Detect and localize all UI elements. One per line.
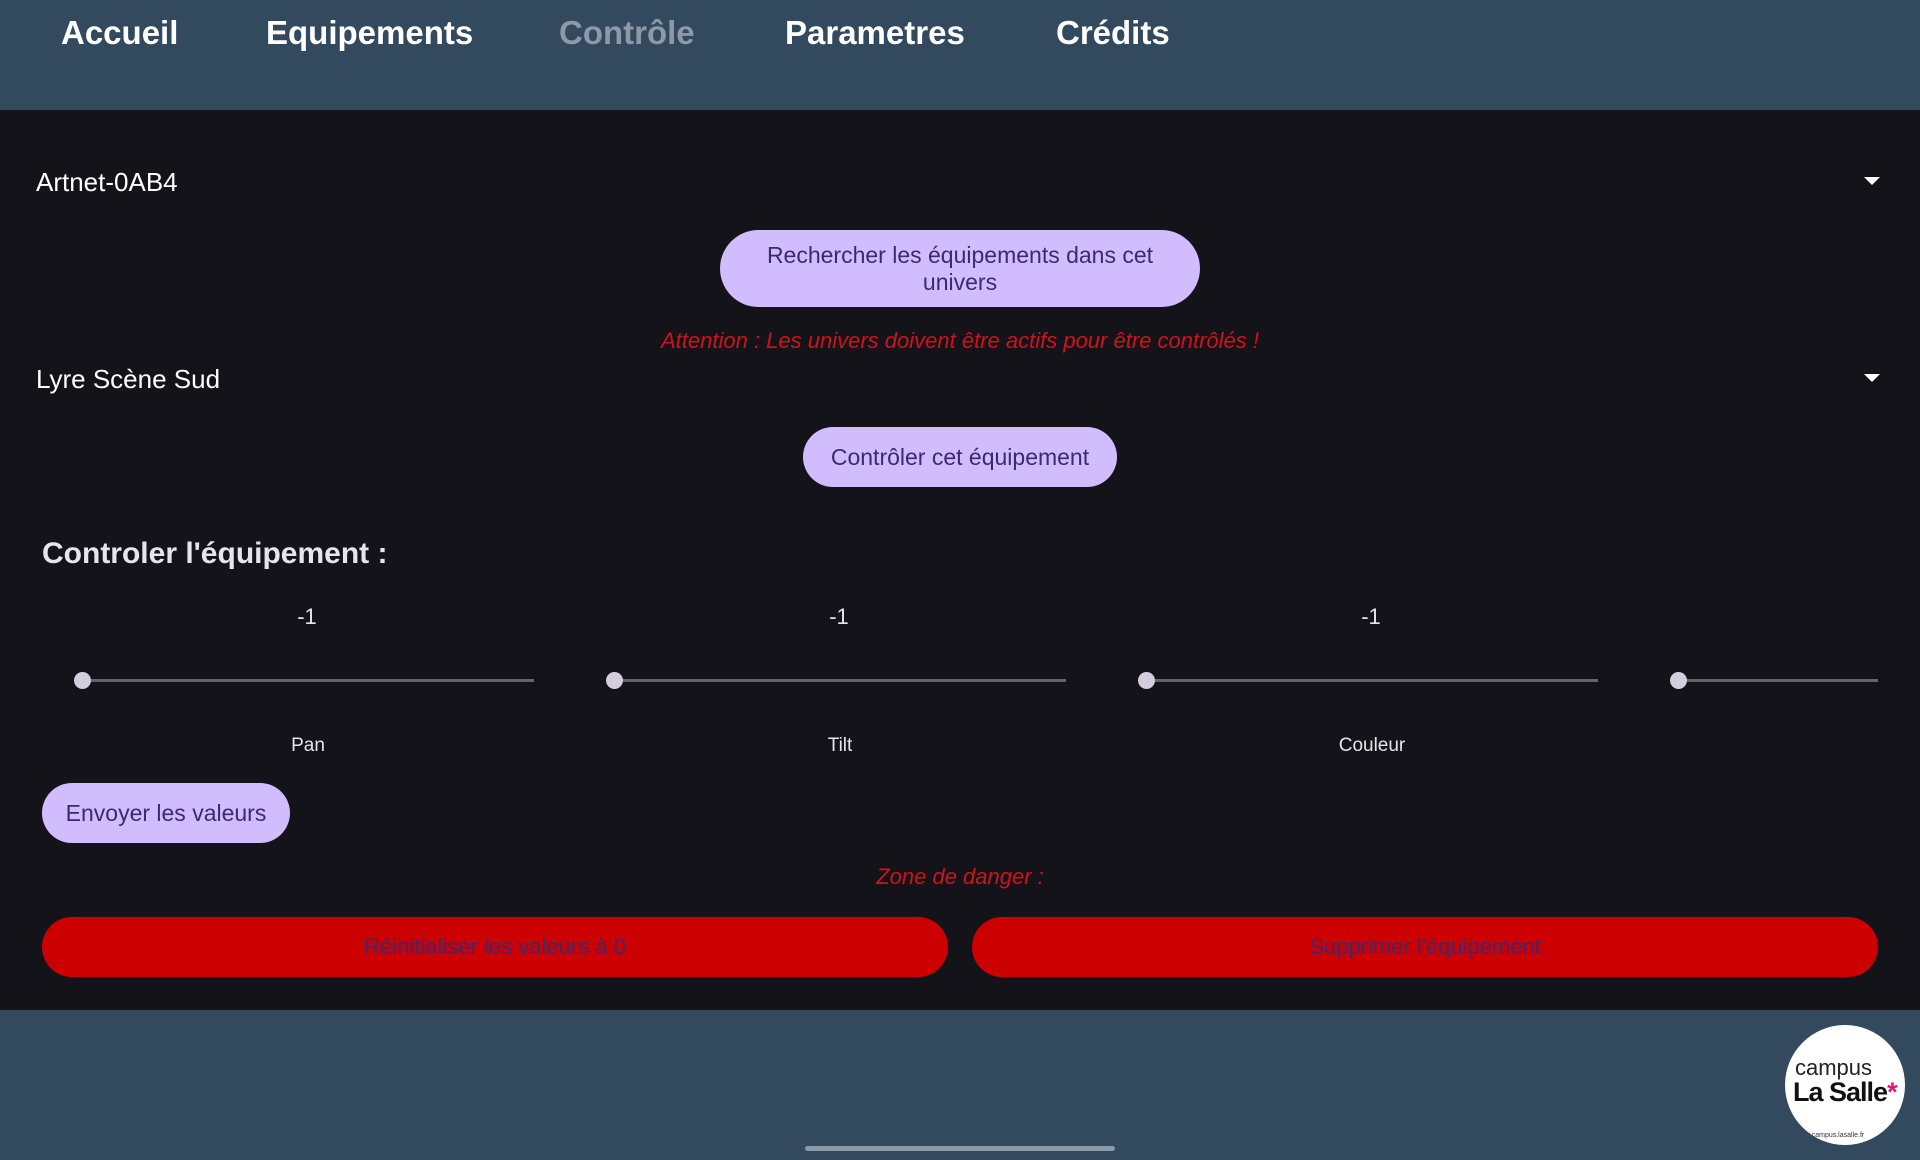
delete-equipment-button-label: Supprimer l'équipement — [1309, 934, 1541, 959]
tilt-slider-thumb[interactable] — [606, 672, 623, 689]
send-values-button[interactable]: Envoyer les valeurs — [42, 783, 290, 843]
danger-zone-title: Zone de danger : — [876, 864, 1044, 889]
couleur-slider-track[interactable] — [1146, 679, 1598, 682]
tab-controle[interactable]: Contrôle — [559, 14, 695, 52]
universe-dropdown-value: Artnet-0AB4 — [36, 167, 178, 197]
chevron-down-icon — [1864, 177, 1880, 185]
pan-slider-thumb[interactable] — [74, 672, 91, 689]
logo-line2: La Salle* — [1793, 1077, 1898, 1108]
reset-values-button-label: Réinitialiser les valeurs à 0 — [364, 934, 626, 959]
logo-line2-text: La Salle — [1793, 1077, 1888, 1107]
tab-parametres[interactable]: Parametres — [785, 14, 965, 52]
reset-values-button[interactable]: Réinitialiser les valeurs à 0 — [42, 917, 948, 977]
slider-4-track[interactable] — [1678, 679, 1878, 682]
tilt-slider-track[interactable] — [614, 679, 1066, 682]
logo-url: www.campus.lasalle.fr — [1795, 1132, 1865, 1139]
home-indicator[interactable] — [805, 1146, 1115, 1151]
equipment-dropdown-value: Lyre Scène Sud — [36, 364, 221, 394]
slider-4-thumb[interactable] — [1670, 672, 1687, 689]
control-panel: Artnet-0AB4 Rechercher les équipements d… — [0, 110, 1920, 1010]
delete-equipment-button[interactable]: Supprimer l'équipement — [972, 917, 1878, 977]
tab-credits[interactable]: Crédits — [1056, 14, 1170, 52]
pan-value: -1 — [297, 604, 317, 629]
couleur-slider-thumb[interactable] — [1138, 672, 1155, 689]
tilt-value: -1 — [829, 604, 849, 629]
control-equipment-button[interactable]: Contrôler cet équipement — [803, 427, 1117, 487]
control-equipment-button-label: Contrôler cet équipement — [830, 443, 1090, 470]
chevron-down-icon — [1864, 374, 1880, 382]
logo-star: * — [1887, 1077, 1897, 1107]
search-equipment-button-label: Rechercher les équipements dans cet univ… — [766, 241, 1154, 295]
send-values-button-label: Envoyer les valeurs — [65, 799, 267, 826]
search-equipment-button[interactable]: Rechercher les équipements dans cet univ… — [720, 230, 1200, 307]
tilt-label: Tilt — [827, 735, 853, 756]
campus-la-salle-logo: campus La Salle* www.campus.lasalle.fr — [1785, 1025, 1905, 1145]
top-navigation: Accueil Equipements Contrôle Parametres … — [0, 0, 1920, 110]
pan-slider-track[interactable] — [82, 679, 534, 682]
control-section-title: Controler l'équipement : — [42, 537, 388, 570]
couleur-label: Couleur — [1338, 735, 1406, 756]
tab-accueil[interactable]: Accueil — [61, 14, 178, 52]
tab-equipements[interactable]: Equipements — [266, 14, 473, 52]
equipment-dropdown[interactable]: Lyre Scène Sud — [36, 350, 1880, 410]
couleur-value: -1 — [1361, 604, 1381, 629]
universe-dropdown[interactable]: Artnet-0AB4 — [36, 153, 1880, 213]
pan-label: Pan — [291, 735, 325, 756]
